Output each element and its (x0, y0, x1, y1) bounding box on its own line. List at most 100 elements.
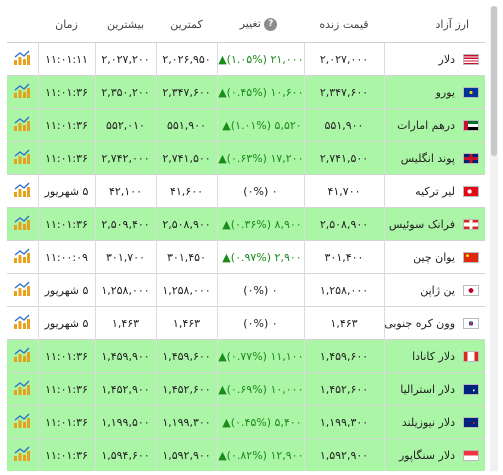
currency-table: زمان بیشترین کمترین تغییر ? قیمت زنده ار… (7, 6, 485, 471)
chart-cell[interactable] (7, 372, 38, 406)
high-cell: ۱,۴۵۹,۹۰۰ (94, 339, 156, 373)
time-cell: ۱۱:۰۱:۳۶ (37, 141, 95, 175)
live-price-cell: ۱,۴۵۹,۶۰۰ (303, 339, 384, 373)
chart-cell[interactable] (7, 273, 38, 307)
header-low: کمترین (156, 6, 217, 43)
table-row[interactable]: ۱۱:۰۱:۳۶ ۲,۷۴۲,۰۰۰ ۲,۷۴۱,۵۰۰ ۱۷,۲۰۰ (۰.۶… (7, 141, 485, 175)
chart-icon[interactable] (13, 50, 31, 69)
help-icon[interactable]: ? (264, 17, 278, 31)
chart-icon[interactable] (13, 413, 31, 432)
table-row[interactable]: ۱۱:۰۱:۳۶ ۲,۳۵۰,۲۰۰ ۲,۳۴۷,۶۰۰ ۱۰,۶۰۰ (۰.۴… (7, 75, 485, 109)
chart-icon[interactable] (13, 182, 31, 201)
change-cell: ۱۰,۶۰۰ (۰.۴۵%)▲ (216, 75, 304, 109)
chart-cell[interactable] (7, 42, 38, 76)
table-row[interactable]: ۱۱:۰۱:۳۶ ۵۵۲,۰۱۰ ۵۵۱,۹۰۰ ۵,۵۲۰ (۱.۰۱%)▲ … (7, 108, 485, 142)
chart-icon[interactable] (13, 116, 31, 135)
chart-cell[interactable] (7, 405, 38, 439)
low-cell: ۵۵۱,۹۰۰ (155, 108, 217, 142)
currency-name: پوند انگلیس (400, 151, 455, 165)
time-cell: ۱۱:۰۰:۰۹ (37, 240, 95, 274)
change-cell: ۱۱,۱۰۰ (۰.۷۷%)▲ (216, 339, 304, 373)
up-arrow-icon: ▲ (222, 118, 231, 132)
chart-icon[interactable] (13, 380, 31, 399)
high-cell: ۲,۰۲۷,۲۰۰ (94, 42, 156, 76)
chart-cell[interactable] (7, 207, 38, 241)
currency-name-cell[interactable]: لیر ترکیه (383, 174, 485, 208)
chart-icon[interactable] (13, 281, 31, 300)
low-cell: ۳۰۱,۴۵۰ (155, 240, 217, 274)
currency-name: فرانک سوئیس (388, 217, 455, 231)
live-price-cell: ۲,۵۰۸,۹۰۰ (303, 207, 384, 241)
up-arrow-icon: ▲ (222, 415, 231, 429)
currency-name-cell[interactable]: دلار نیوزیلند (383, 405, 485, 439)
chart-cell[interactable] (7, 306, 38, 340)
chart-cell[interactable] (7, 240, 38, 274)
low-cell: ۱,۱۹۹,۳۰۰ (155, 405, 217, 439)
chart-icon[interactable] (13, 215, 31, 234)
currency-name-cell[interactable]: پوند انگلیس (383, 141, 485, 175)
chart-cell[interactable] (7, 75, 38, 109)
scrollbar[interactable] (490, 6, 498, 471)
au-flag-icon (463, 384, 479, 395)
live-price-cell: ۱,۵۹۲,۹۰۰ (303, 438, 384, 471)
chart-cell[interactable] (7, 108, 38, 142)
currency-name-cell[interactable]: ین ژاپن (383, 273, 485, 307)
header-change-label: تغییر (239, 17, 261, 31)
table-row[interactable]: ۱۱:۰۱:۳۶ ۱,۱۹۹,۵۰۰ ۱,۱۹۹,۳۰۰ ۵,۴۰۰ (۰.۴۵… (7, 405, 485, 439)
table-row[interactable]: ۱۱:۰۱:۳۶ ۱,۵۹۴,۶۰۰ ۱,۵۹۲,۹۰۰ ۱۲,۹۰۰ (۰.۸… (7, 438, 485, 471)
currency-name-cell[interactable]: یوان چین (383, 240, 485, 274)
table-header-row: زمان بیشترین کمترین تغییر ? قیمت زنده ار… (7, 6, 485, 43)
live-price-cell: ۱,۲۵۸,۰۰۰ (303, 273, 384, 307)
currency-name-cell[interactable]: درهم امارات (383, 108, 485, 142)
chart-cell[interactable] (7, 339, 38, 373)
chart-icon[interactable] (13, 83, 31, 102)
table-row[interactable]: ۵ شهریور ۴۲,۱۰۰ ۴۱,۶۰۰ ۰ (۰%) ۴۱,۷۰۰ لیر… (7, 174, 485, 208)
currency-name-cell[interactable]: یورو (383, 75, 485, 109)
us-flag-icon (463, 54, 479, 65)
chart-cell[interactable] (7, 141, 38, 175)
table-row[interactable]: ۱۱:۰۰:۰۹ ۳۰۱,۷۰۰ ۳۰۱,۴۵۰ ۲,۹۰۰ (۰.۹۷%)▲ … (7, 240, 485, 274)
currency-name: یورو (435, 85, 455, 99)
table-row[interactable]: ۱۱:۰۱:۳۶ ۲,۵۰۹,۴۰۰ ۲,۵۰۸,۹۰۰ ۸,۹۰۰ (۰.۳۶… (7, 207, 485, 241)
table-row[interactable]: ۱۱:۰۱:۱۱ ۲,۰۲۷,۲۰۰ ۲,۰۲۶,۹۵۰ ۲۱,۰۰۰ (۱.۰… (7, 42, 485, 76)
chart-cell[interactable] (7, 174, 38, 208)
chart-icon[interactable] (13, 149, 31, 168)
live-price-cell: ۲,۰۲۷,۰۰۰ (303, 42, 384, 76)
header-high: بیشترین (95, 6, 156, 43)
change-value: ۰ (۰%) (243, 184, 278, 198)
low-cell: ۱,۲۵۸,۰۰۰ (155, 273, 217, 307)
currency-name: لیر ترکیه (415, 184, 455, 198)
currency-name-cell[interactable]: دلار استرالیا (383, 372, 485, 406)
high-cell: ۱,۵۹۴,۶۰۰ (94, 438, 156, 471)
low-cell: ۱,۴۶۳ (155, 306, 217, 340)
chart-icon[interactable] (13, 314, 31, 333)
table-row[interactable]: ۵ شهریور ۱,۲۵۸,۰۰۰ ۱,۲۵۸,۰۰۰ ۰ (۰%) ۱,۲۵… (7, 273, 485, 307)
header-live-price: قیمت زنده (304, 6, 384, 43)
scrollbar-thumb[interactable] (491, 6, 497, 156)
table-row[interactable]: ۱۱:۰۱:۳۶ ۱,۴۵۹,۹۰۰ ۱,۴۵۹,۶۰۰ ۱۱,۱۰۰ (۰.۷… (7, 339, 485, 373)
high-cell: ۱,۴۶۳ (94, 306, 156, 340)
currency-name-cell[interactable]: دلار (383, 42, 485, 76)
currency-name: دلار استرالیا (400, 382, 455, 396)
change-cell: ۰ (۰%) (216, 273, 304, 307)
live-price-cell: ۴۱,۷۰۰ (303, 174, 384, 208)
currency-name-cell[interactable]: دلار سنگاپور (383, 438, 485, 471)
change-cell: ۰ (۰%) (216, 174, 304, 208)
currency-name-cell[interactable]: دلار کانادا (383, 339, 485, 373)
tr-flag-icon (463, 186, 479, 197)
low-cell: ۲,۷۴۱,۵۰۰ (155, 141, 217, 175)
chart-cell[interactable] (7, 438, 38, 471)
chart-icon[interactable] (13, 347, 31, 366)
currency-name-cell[interactable]: فرانک سوئیس (383, 207, 485, 241)
currency-name: دلار کانادا (412, 349, 455, 363)
high-cell: ۳۰۱,۷۰۰ (94, 240, 156, 274)
table-row[interactable]: ۱۱:۰۱:۳۶ ۱,۴۵۲,۹۰۰ ۱,۴۵۲,۶۰۰ ۱۰,۰۰۰ (۰.۶… (7, 372, 485, 406)
low-cell: ۱,۴۵۲,۶۰۰ (155, 372, 217, 406)
change-value: ۱۰,۰۰۰ (۰.۶۹%) (226, 382, 304, 396)
table-row[interactable]: ۵ شهریور ۱,۴۶۳ ۱,۴۶۳ ۰ (۰%) ۱,۴۶۳ وون کر… (7, 306, 485, 340)
low-cell: ۱,۴۵۹,۶۰۰ (155, 339, 217, 373)
currency-name-cell[interactable]: وون کره جنوبی (383, 306, 485, 340)
chart-icon[interactable] (13, 248, 31, 267)
chart-icon[interactable] (13, 446, 31, 465)
change-cell: ۲,۹۰۰ (۰.۹۷%)▲ (216, 240, 304, 274)
